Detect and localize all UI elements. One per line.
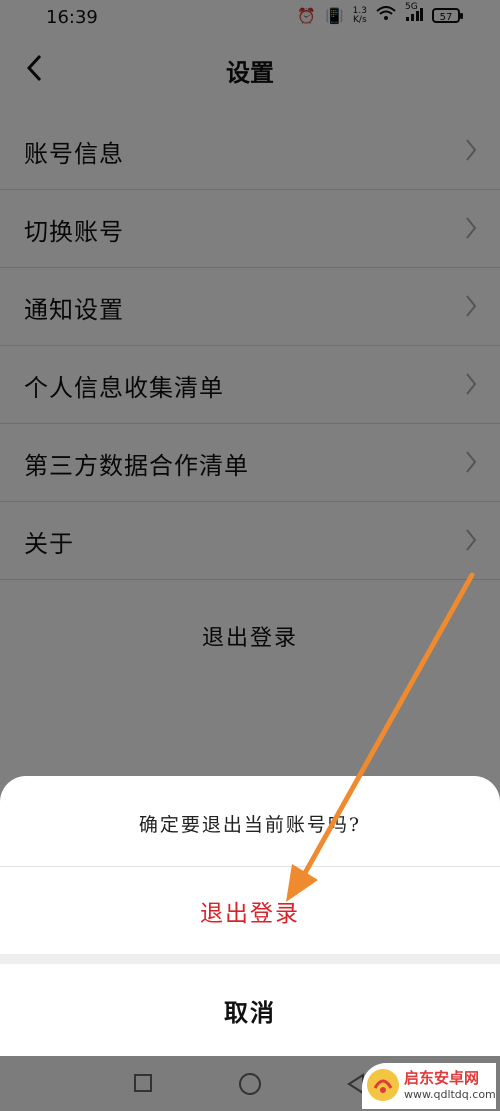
watermark-logo-icon [367, 1069, 399, 1101]
cancel-button[interactable]: 取消 [0, 964, 500, 1056]
sheet-gap [0, 954, 500, 964]
confirm-logout-button[interactable]: 退出登录 [0, 867, 500, 954]
logout-confirm-sheet: 确定要退出当前账号吗? 退出登录 取消 [0, 776, 500, 1056]
confirm-message: 确定要退出当前账号吗? [138, 814, 362, 836]
watermark-url: www.qdltdq.com [404, 1088, 496, 1101]
recent-apps-button[interactable] [134, 1074, 152, 1092]
watermark: 启东安卓网 www.qdltdq.com [362, 1063, 496, 1109]
home-button[interactable] [239, 1073, 261, 1095]
watermark-name: 启东安卓网 [404, 1069, 480, 1087]
sheet-panel: 确定要退出当前账号吗? 退出登录 [0, 776, 500, 954]
